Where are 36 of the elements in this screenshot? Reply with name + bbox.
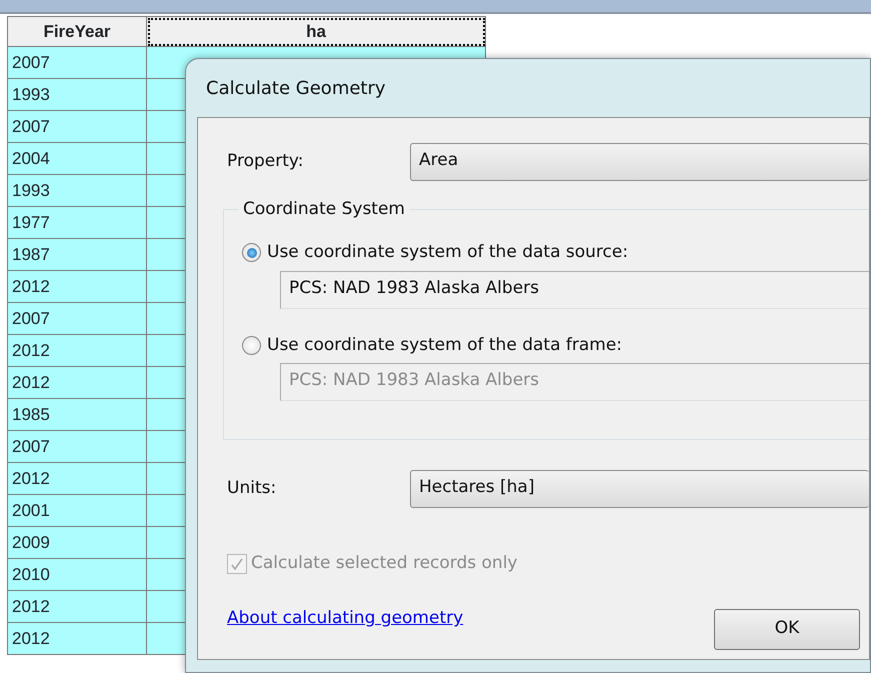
table-cell: 2007 bbox=[8, 110, 146, 142]
radio-button[interactable] bbox=[242, 243, 261, 262]
checkmark-icon bbox=[230, 556, 244, 571]
table-cell: 2012 bbox=[8, 590, 146, 622]
units-dropdown[interactable]: Hectares [ha] bbox=[410, 470, 869, 508]
table-cell: 1987 bbox=[8, 238, 146, 270]
table-cell: 2001 bbox=[8, 494, 146, 526]
table-cell: 2012 bbox=[8, 334, 146, 366]
table-cell: 1993 bbox=[8, 78, 146, 110]
readonly-field: PCS: NAD 1983 Alaska Albers bbox=[280, 363, 869, 401]
column-header[interactable]: ha bbox=[146, 16, 486, 46]
option-label: Use coordinate system of the data source: bbox=[267, 241, 628, 264]
table-cell: 2012 bbox=[8, 622, 146, 654]
table-cell: 1985 bbox=[8, 398, 146, 430]
readonly-field: PCS: NAD 1983 Alaska Albers bbox=[280, 270, 869, 308]
table-cell: 1993 bbox=[8, 174, 146, 206]
units-label: Units: bbox=[227, 477, 278, 500]
table-cell: 1977 bbox=[8, 206, 146, 238]
ok-button[interactable]: OK bbox=[714, 608, 860, 650]
property-dropdown[interactable]: Area bbox=[410, 143, 869, 181]
table-cell: 2010 bbox=[8, 558, 146, 590]
table-cell: 2012 bbox=[8, 366, 146, 398]
table-cell: 2012 bbox=[8, 462, 146, 494]
radio-button[interactable] bbox=[242, 336, 261, 355]
table-cell: 2007 bbox=[8, 46, 146, 78]
help-link[interactable]: About calculating geometry bbox=[227, 606, 464, 632]
dialog-title: Calculate Geometry bbox=[206, 77, 386, 101]
property-label: Property: bbox=[227, 150, 304, 174]
table-cell: 2009 bbox=[8, 526, 146, 558]
column-header[interactable]: FireYear bbox=[8, 16, 146, 46]
table-cell: 2007 bbox=[8, 430, 146, 462]
option-label: Use coordinate system of the data frame: bbox=[267, 334, 622, 356]
checkbox-label: Calculate selected records only bbox=[251, 552, 518, 575]
table-cell: 2004 bbox=[8, 142, 146, 174]
table-cell: 2007 bbox=[8, 302, 146, 334]
table-cell: 2012 bbox=[8, 270, 146, 302]
